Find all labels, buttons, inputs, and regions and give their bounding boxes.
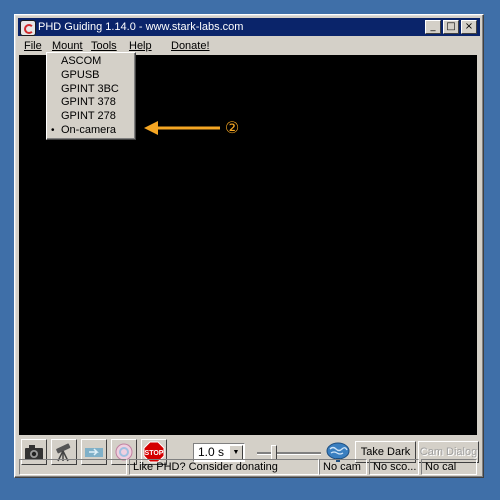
minimize-button[interactable]: _: [425, 20, 441, 34]
annotation-label: ②: [224, 118, 240, 137]
maximize-button[interactable]: □: [443, 20, 459, 34]
app-icon: [20, 20, 36, 36]
window-title: PHD Guiding 1.14.0 - www.stark-labs.com: [38, 21, 244, 33]
slider-track: [257, 452, 321, 455]
mount-menu: ASCOM GPUSB GPINT 3BC GPINT 378 GPINT 27…: [46, 52, 136, 140]
stop-label: STOP: [145, 450, 164, 457]
status-message: Like PHD? Consider donating: [129, 459, 319, 475]
exposure-value: 1.0 s: [198, 445, 225, 459]
close-button[interactable]: ×: [461, 20, 477, 34]
slider-thumb[interactable]: [271, 445, 277, 460]
status-calibration: No cal: [421, 459, 477, 475]
status-scope: No sco...: [369, 459, 419, 475]
selected-bullet-icon: •: [51, 125, 55, 136]
menu-item-on-camera[interactable]: • On-camera: [47, 124, 135, 137]
menu-item-ascom[interactable]: ASCOM: [47, 55, 135, 68]
window-controls: _ □ ×: [423, 20, 477, 34]
status-bar: Like PHD? Consider donating No cam No sc…: [19, 459, 479, 475]
chevron-down-icon[interactable]: ▼: [229, 445, 243, 460]
title-bar[interactable]: PHD Guiding 1.14.0 - www.stark-labs.com …: [18, 18, 480, 36]
status-field-empty: [19, 459, 127, 475]
menu-item-gpint-278[interactable]: GPINT 278: [47, 110, 135, 123]
annotation-arrow-icon: [144, 121, 220, 135]
menu-donate[interactable]: Donate!: [171, 38, 210, 55]
menu-item-gpint-3bc[interactable]: GPINT 3BC: [47, 83, 135, 96]
menu-item-gpint-378[interactable]: GPINT 378: [47, 96, 135, 109]
menu-item-gpusb[interactable]: GPUSB: [47, 69, 135, 82]
status-camera: No cam: [319, 459, 367, 475]
menu-file[interactable]: File: [24, 38, 42, 55]
